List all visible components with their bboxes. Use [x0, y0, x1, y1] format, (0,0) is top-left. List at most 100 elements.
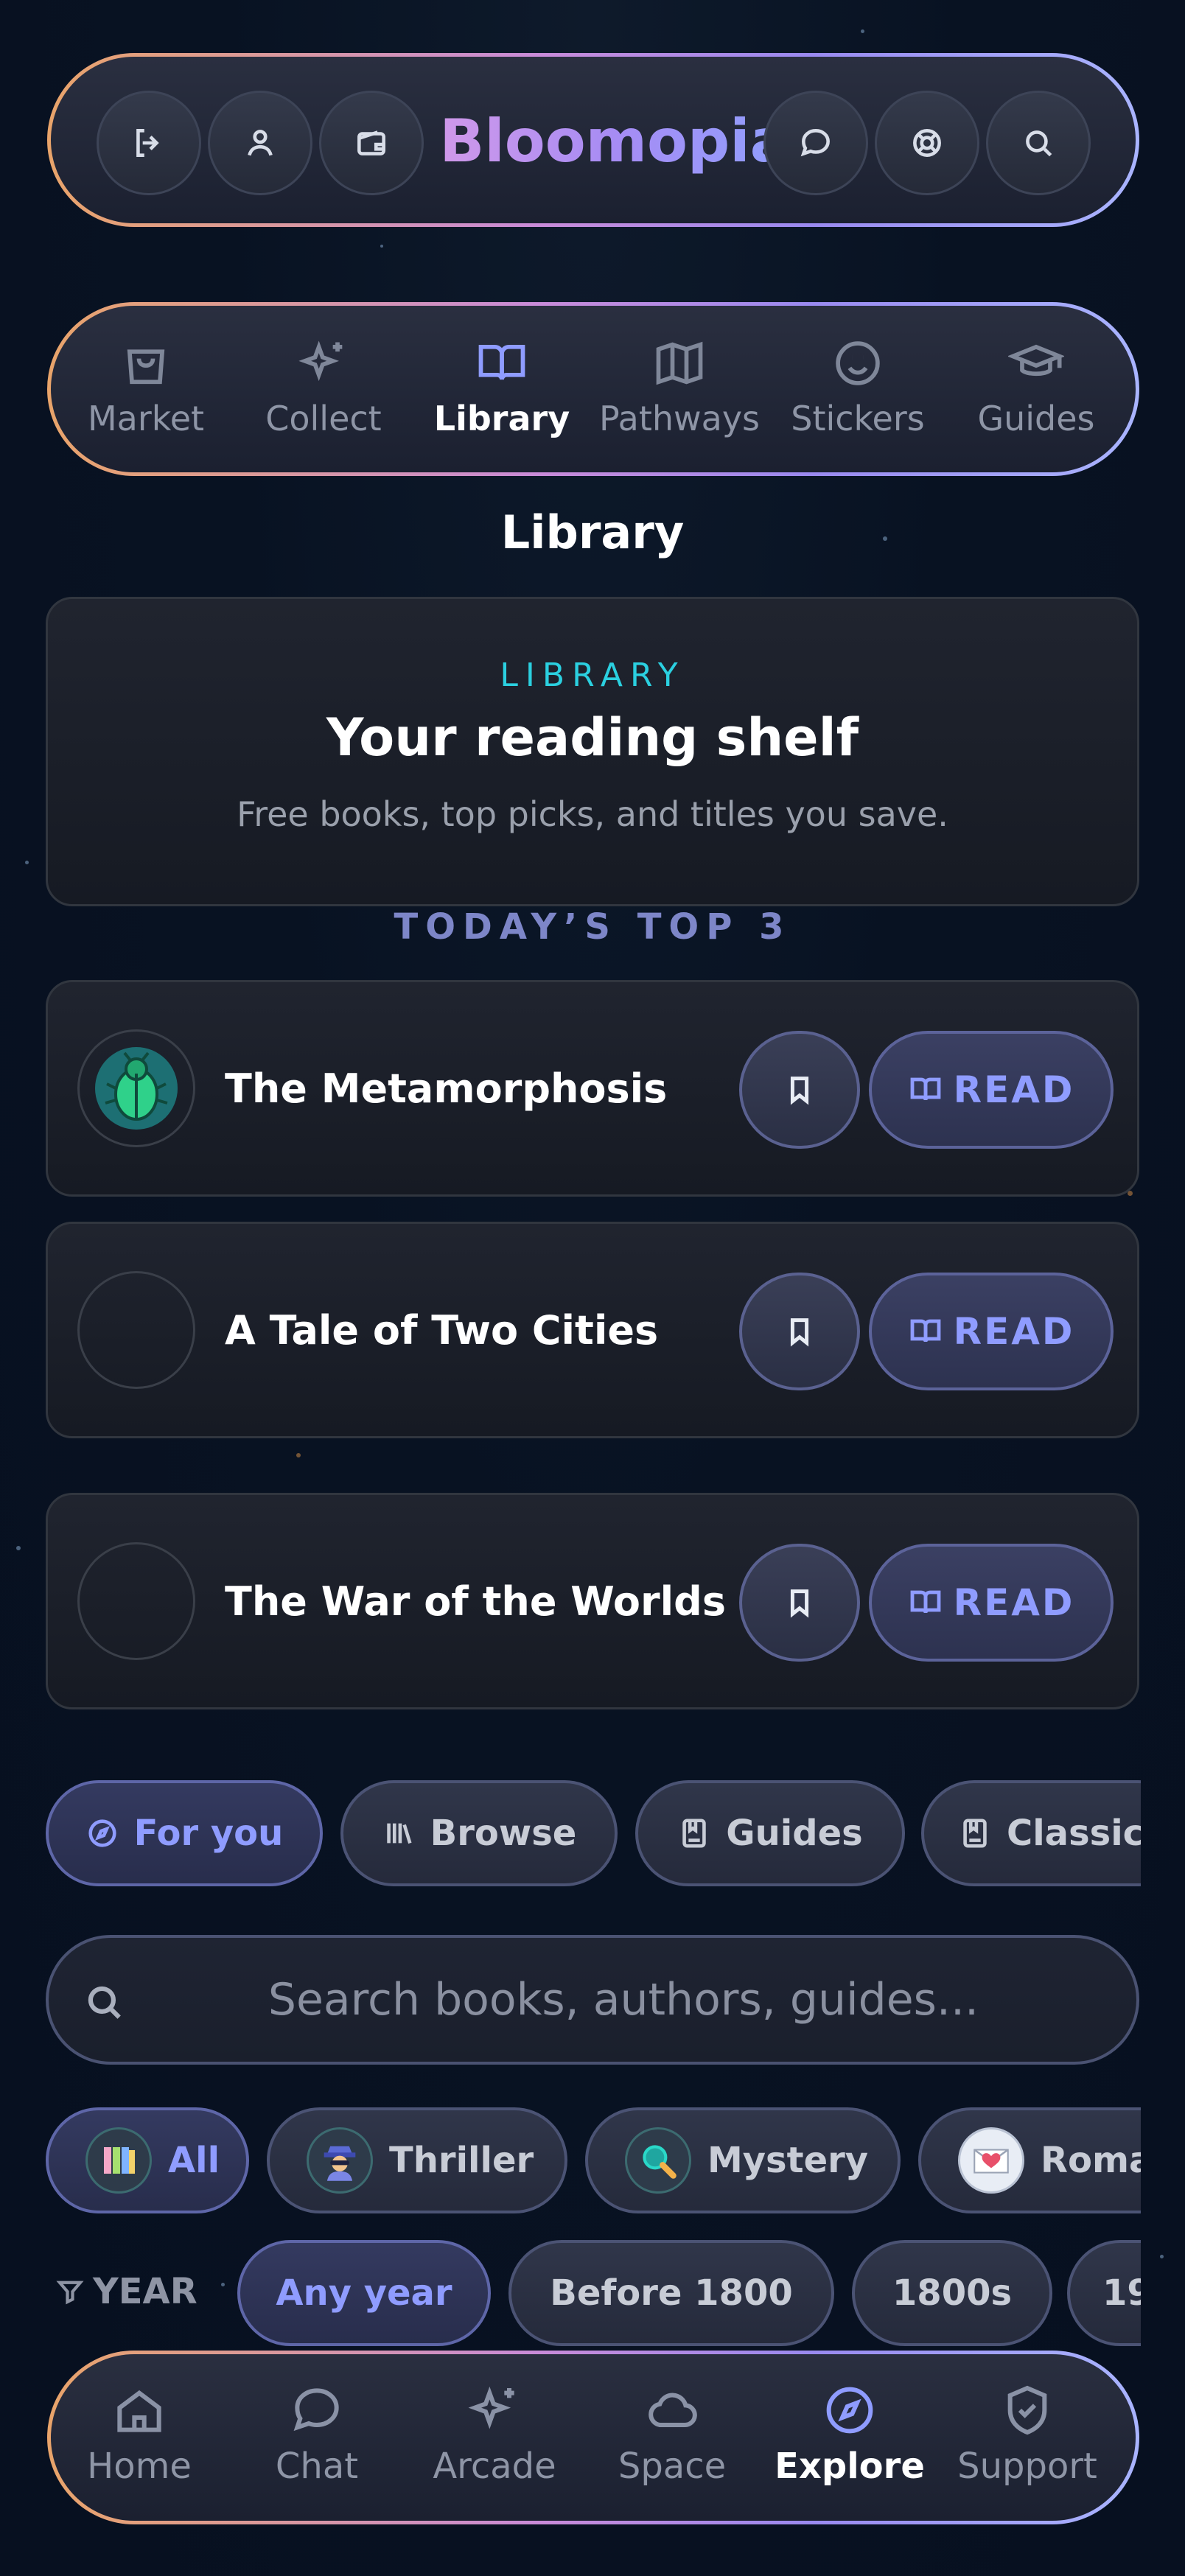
- love-letter-icon: [958, 2127, 1024, 2194]
- nav-arcade[interactable]: Arcade: [406, 2381, 583, 2487]
- year-options: Any year Before 1800 1800s 19: [237, 2240, 1141, 2348]
- sparkles-icon: [298, 340, 343, 382]
- smiley-icon: [836, 341, 880, 385]
- bookshelf-icon: [386, 1823, 412, 1844]
- genre-label: Thriller: [389, 2140, 534, 2181]
- read-button[interactable]: READ: [869, 1544, 1114, 1662]
- book-title: A Tale of Two Cities: [225, 1306, 659, 1354]
- library-tabs: For you Browse Guides Classic: [46, 1780, 1141, 1888]
- profile-button[interactable]: [208, 91, 312, 195]
- category-label: Library: [433, 399, 570, 438]
- search-button[interactable]: [986, 91, 1091, 195]
- tab-classic[interactable]: Classic: [921, 1780, 1141, 1886]
- genre-label: Roma: [1041, 2140, 1141, 2181]
- book-title: The War of the Worlds: [225, 1578, 726, 1625]
- search-input[interactable]: [137, 1938, 1110, 2062]
- magnifier-icon: [625, 2127, 691, 2194]
- tab-guides[interactable]: Guides: [635, 1780, 905, 1886]
- nav-label: Explore: [775, 2446, 925, 2487]
- genre-label: All: [168, 2140, 220, 2181]
- category-nav: Market Collect Library Pathways Stickers…: [47, 302, 1139, 476]
- nav-label: Home: [87, 2446, 192, 2487]
- year-option-1800s[interactable]: 1800s: [852, 2240, 1052, 2346]
- wallet-button[interactable]: [319, 91, 424, 195]
- genre-romance[interactable]: Roma: [918, 2107, 1141, 2213]
- open-book-icon: [910, 1077, 940, 1101]
- tab-label: Guides: [726, 1813, 863, 1854]
- hero-title: Your reading shelf: [326, 707, 859, 768]
- shopping-bag-icon: [127, 349, 165, 385]
- read-button[interactable]: READ: [869, 1031, 1114, 1149]
- graduation-cap-icon: [1008, 344, 1064, 377]
- year-option-label: 19: [1102, 2272, 1141, 2314]
- category-market[interactable]: Market: [61, 335, 231, 438]
- tab-browse[interactable]: Browse: [340, 1780, 618, 1886]
- book-cover: [77, 1029, 195, 1147]
- genre-thriller[interactable]: Thriller: [267, 2107, 567, 2213]
- bookmark-icon: [790, 1318, 809, 1347]
- lifebuoy-icon: [913, 129, 941, 157]
- search-bar: [46, 1935, 1139, 2065]
- search-icon: [88, 1986, 121, 2019]
- book-row[interactable]: A Tale of Two Cities READ: [46, 1222, 1139, 1438]
- help-button[interactable]: [875, 91, 979, 195]
- book-row[interactable]: The War of the Worlds READ: [46, 1493, 1139, 1709]
- nav-label: Space: [618, 2446, 727, 2487]
- open-book-icon: [910, 1319, 940, 1343]
- year-option-1900s[interactable]: 19: [1067, 2240, 1141, 2346]
- tab-label: Classic: [1007, 1813, 1141, 1854]
- book-row[interactable]: The Metamorphosis READ: [46, 980, 1139, 1197]
- nav-home[interactable]: Home: [51, 2381, 228, 2487]
- shield-check-icon: [1007, 2385, 1047, 2435]
- hero-kicker: LIBRARY: [500, 657, 685, 694]
- category-stickers[interactable]: Stickers: [773, 335, 943, 438]
- genre-mystery[interactable]: Mystery: [585, 2107, 901, 2213]
- chat-button[interactable]: [763, 91, 868, 195]
- bookmark-icon: [790, 1077, 809, 1105]
- category-label: Guides: [977, 399, 1095, 438]
- book-title: The Metamorphosis: [225, 1065, 668, 1112]
- category-guides[interactable]: Guides: [951, 335, 1121, 438]
- year-option-label: 1800s: [892, 2272, 1013, 2314]
- tab-label: Browse: [430, 1813, 577, 1854]
- logout-button[interactable]: [97, 91, 201, 195]
- read-label: READ: [953, 1581, 1075, 1624]
- read-button[interactable]: READ: [869, 1273, 1114, 1390]
- hero-subtitle: Free books, top picks, and titles you sa…: [237, 794, 948, 834]
- nav-support[interactable]: Support: [939, 2381, 1116, 2487]
- nav-space[interactable]: Space: [584, 2381, 761, 2487]
- search-icon: [1026, 130, 1052, 157]
- classic-book-icon: [963, 1819, 987, 1848]
- year-option-label: Before 1800: [550, 2272, 793, 2314]
- genre-all[interactable]: All: [46, 2107, 249, 2213]
- spy-icon: [307, 2127, 373, 2194]
- year-filter-label: YEAR: [55, 2271, 198, 2312]
- read-label: READ: [953, 1310, 1075, 1353]
- book-cover: [77, 1542, 195, 1660]
- filter-icon: [56, 2281, 84, 2305]
- top-bar: Bloomopia: [47, 53, 1139, 227]
- year-label-text: YEAR: [93, 2271, 198, 2312]
- logout-icon: [136, 129, 159, 157]
- nav-label: Chat: [275, 2446, 359, 2487]
- compass-icon: [826, 2387, 873, 2434]
- sparkle-icon: [468, 2386, 514, 2429]
- category-library[interactable]: Library: [417, 335, 587, 438]
- category-pathways[interactable]: Pathways: [595, 335, 764, 438]
- books-stack-icon: [85, 2127, 152, 2194]
- category-label: Market: [87, 399, 205, 438]
- bottom-nav: Home Chat Arcade Space Explore Support: [47, 2351, 1139, 2524]
- category-label: Stickers: [791, 399, 925, 438]
- tab-for-you[interactable]: For you: [46, 1780, 323, 1886]
- bookmark-button[interactable]: [739, 1273, 860, 1390]
- chat-icon: [293, 2388, 339, 2432]
- brand-logo[interactable]: Bloomopia: [423, 101, 806, 182]
- nav-chat[interactable]: Chat: [228, 2381, 405, 2487]
- year-option-label: Any year: [276, 2272, 452, 2314]
- year-option-any[interactable]: Any year: [237, 2240, 491, 2346]
- bookmark-button[interactable]: [739, 1031, 860, 1149]
- nav-explore[interactable]: Explore: [761, 2381, 938, 2487]
- category-collect[interactable]: Collect: [239, 335, 408, 438]
- year-option-before-1800[interactable]: Before 1800: [508, 2240, 834, 2346]
- bookmark-button[interactable]: [739, 1544, 860, 1662]
